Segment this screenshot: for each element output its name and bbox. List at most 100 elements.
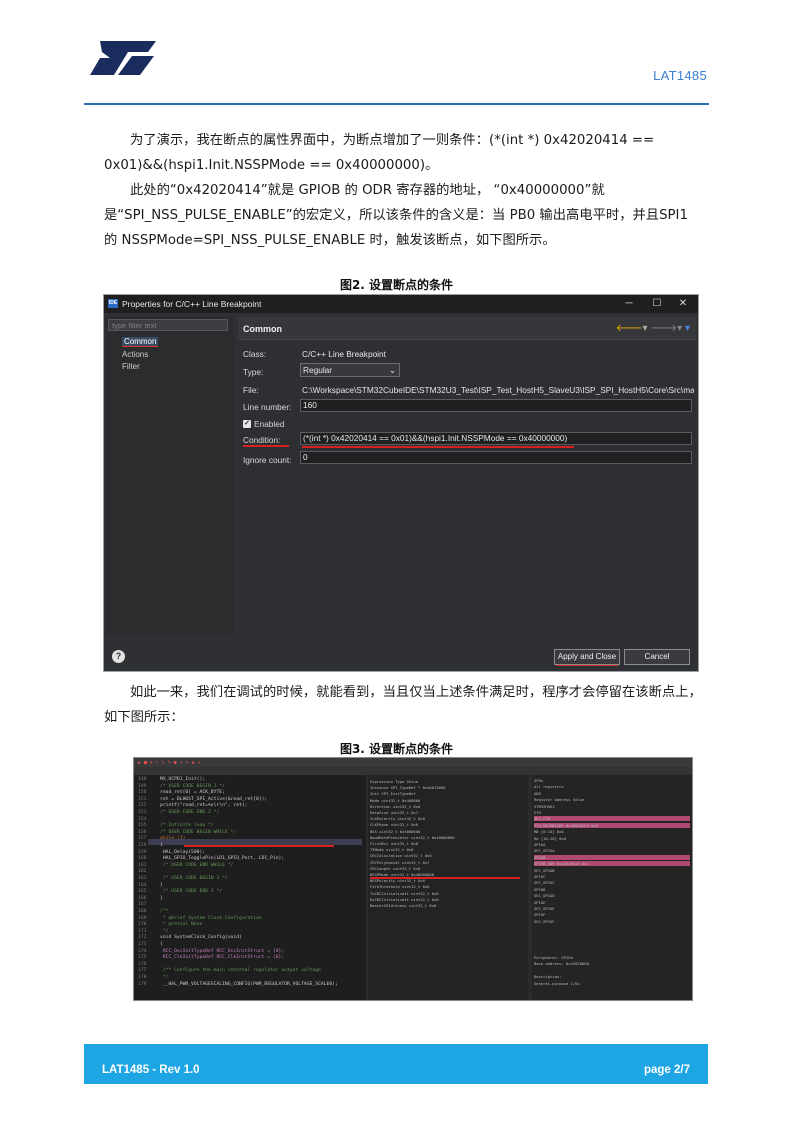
doc-id: LAT1485 [653,68,707,83]
register-row[interactable]: ETH [534,810,690,815]
expression-row[interactable]: MasterSSIdleness uint32_t 0x0 [370,903,526,908]
code-line: 151 ret = BLHOST_SPI_Active(&read_ret[0])… [138,797,267,802]
register-row[interactable]: SEC_GPIOD [534,893,690,898]
expression-row[interactable]: NSS uint32_t 0x4000000 [370,829,526,834]
line-number: 153 [138,810,147,815]
nav-item-actions[interactable]: Actions [122,350,148,359]
code-text: /* USER CODE BEGIN 3 */ [160,876,228,881]
register-row[interactable]: SEC_GPIOC [534,880,690,885]
code-line: 161 /* USER CODE END WHILE */ [138,863,233,868]
condition-label-underline [243,445,289,447]
type-select[interactable]: Regular ⌄ [300,363,400,377]
register-row[interactable]: SEC_ETH [534,816,690,822]
line-number-input[interactable]: 160 [300,399,692,412]
line-number: 170 [138,922,147,928]
expression-row[interactable]: NSSPolarity uint32_t 0x0 [370,878,526,883]
history-nav[interactable]: 🡐▾ 🡒▾ ▾ [616,322,690,334]
paragraph-2: 此处的“0x42020414”就是 GPIOB 的 ODR 寄存器的地址， “0… [104,183,688,248]
expression-row[interactable]: Direction uint32_t 0x0 [370,804,526,809]
expression-row[interactable]: CRCLength uint32_t 0x0 [370,866,526,871]
expression-row[interactable]: TIMode uint32_t 0x0 [370,847,526,852]
nav-item-common[interactable]: Common [122,337,159,347]
cancel-button[interactable]: Cancel [624,649,690,665]
line-number: 160 [138,856,147,862]
section-header: Common 🡐▾ 🡒▾ ▾ [238,317,696,340]
line-number: 165 [138,889,147,895]
register-row[interactable]: GPIOA [534,842,690,847]
expression-row[interactable]: Init SPI_InitTypeDef [370,791,526,796]
register-row[interactable]: All registers [534,784,690,789]
register-row[interactable]: SEC_GPIOE [534,906,690,911]
line-number: 166 [138,895,147,901]
register-row[interactable]: SEC_GPIOA [534,848,690,853]
forward-arrow-icon[interactable]: 🡒 [650,323,677,334]
header-rule [84,103,709,105]
footer-doc-rev: LAT1485 - Rev 1.0 [102,1064,200,1076]
register-row[interactable]: SEC_GPIOF [534,919,690,924]
minimize-icon[interactable]: ─ [618,297,640,311]
register-row[interactable]: Register Address Value [534,797,690,802]
line-number: 167 [138,902,147,908]
code-line: 176 [138,962,160,967]
view-menu-icon[interactable]: ▾ [685,323,690,334]
register-row[interactable]: RA [16:20] 0x0 [534,836,690,841]
register-row[interactable]: SFRs [534,778,690,783]
enabled-checkbox[interactable]: ✓ [243,420,251,428]
line-number: 168 [138,909,147,914]
filter-input[interactable]: type filter text [108,319,228,331]
back-arrow-icon[interactable]: 🡐 [616,323,643,334]
file-value: C:\Workspace\STM32CubeIDE\STM32U3_Test\I… [302,385,694,395]
register-row[interactable]: GPIOF [534,912,690,917]
apply-and-close-button[interactable]: Apply and Close [554,649,620,665]
breakpoint-properties-dialog: IDE Properties for C/C++ Line Breakpoint… [103,294,699,672]
line-number: 155 [138,823,147,829]
chevron-down-icon: ⌄ [389,365,396,375]
ignore-count-input[interactable]: 0 [300,451,692,464]
expression-row[interactable]: FirstBit uint32_t 0x0 [370,841,526,846]
line-number: 158 [138,843,147,848]
register-row[interactable]: GPIOC [534,874,690,879]
debug-toolbar-icons[interactable]: ▶ ■ ⏸ ↷ ↳ ↰ ● ▾ ✎ ◆ ▾ [138,760,201,766]
expression-row[interactable]: CRCCalculation uint32_t 0x0 [370,853,526,858]
maximize-icon[interactable]: ☐ [646,297,668,311]
register-info: Description: [534,974,562,980]
register-row[interactable]: GPIOB [534,854,690,860]
register-row[interactable]: SEC_GPIOB [534,868,690,873]
condition-input[interactable]: (*(int *) 0x42020414 == 0x01)&&(hspi1.In… [300,432,692,445]
body-text-bottom: 如此一来，我们在调试的时候，就能看到，当且仅当上述条件满足时，程序才会停留在该断… [104,680,704,730]
register-row[interactable]: STM32H563 [534,804,690,809]
line-number: 162 [138,869,147,875]
close-icon[interactable]: ✕ [672,297,694,311]
expression-row[interactable]: DataSize uint32_t 0x7 [370,810,526,815]
expression-row[interactable]: FifoThreshold uint32_t 0x0 [370,884,526,889]
expression-row[interactable]: CRCPolynomial uint32_t 0x7 [370,860,526,865]
expression-row[interactable]: Mode uint32_t 0x400000 [370,798,526,803]
register-row[interactable]: ETH_MACMDIODR 0x40028204 0x0 [534,822,690,828]
expression-row[interactable]: BaudRatePrescaler uint32_t 0x40000000 [370,835,526,840]
register-row[interactable]: GPIOE [534,900,690,905]
paragraph-3: 如此一来，我们在调试的时候，就能看到，当且仅当上述条件满足时，程序才会停留在该断… [104,685,702,725]
register-row[interactable]: GPIOD [534,887,690,892]
line-number: 156 [138,829,147,835]
code-text: * @retval None [160,922,203,928]
line-number: 152 [138,803,147,809]
register-row[interactable]: ODR [534,791,690,796]
st-logo [90,41,156,75]
code-line: 149 /* USER CODE BEGIN 2 */ [138,784,225,789]
expression-row[interactable]: CLKPolarity uint32_t 0x0 [370,816,526,821]
figure2-caption: 图2. 设置断点的条件 [339,278,454,292]
line-number: 150 [138,790,147,796]
nav-item-filter[interactable]: Filter [122,362,140,371]
code-line: 177 /** Configure the main internal regu… [138,968,321,973]
register-row[interactable]: GPIOB_ODR 0x42020414 0x1 [534,861,690,867]
expression-row[interactable]: Instance SPI_TypeDef * 0x40013000 [370,785,526,790]
line-number-label: Line number: [243,402,292,412]
register-row[interactable]: MD [0:15] 0x0 [534,829,690,834]
expression-row[interactable]: Expression Type Value [370,779,526,784]
expression-row[interactable]: RxCRCInitializati uint32_t 0x0 [370,897,526,902]
body-text-top: 为了演示，我在断点的属性界面中，为断点增加了一则条件：(*(int *) 0x4… [104,128,704,253]
help-icon[interactable]: ? [112,650,125,663]
expression-row[interactable]: TxCRCInitializati uint32_t 0x0 [370,891,526,896]
expression-row[interactable]: CLKPhase uint32_t 0x0 [370,822,526,827]
apply-button-underline [556,664,618,666]
